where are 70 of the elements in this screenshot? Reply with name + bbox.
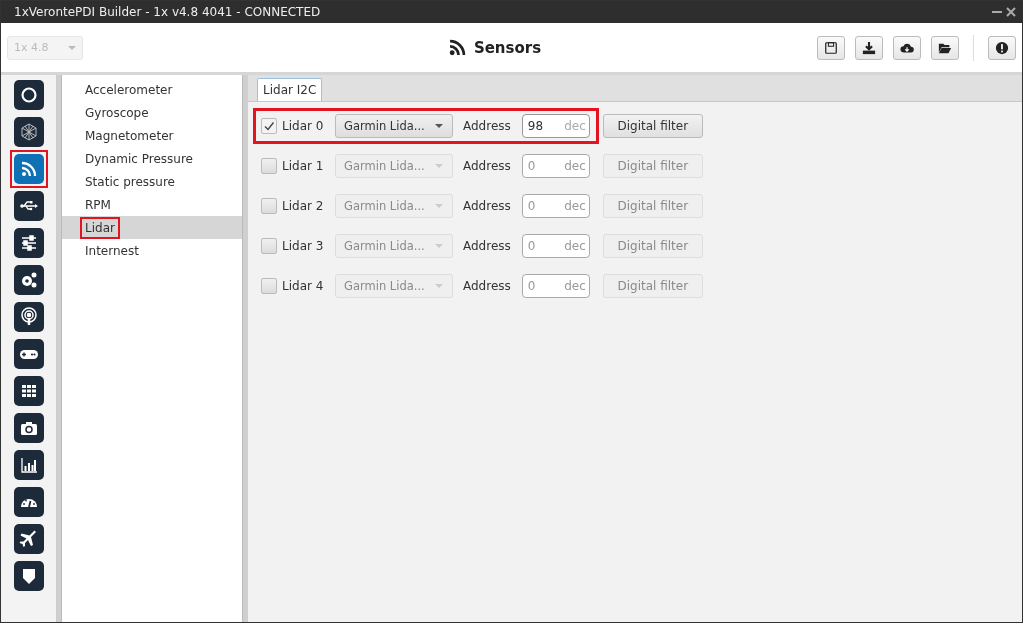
sliders-nav-button[interactable]: [13, 228, 44, 258]
usb-nav-button[interactable]: [13, 191, 44, 221]
rss-icon: [448, 39, 466, 56]
address-label: Address: [463, 119, 511, 133]
sensor-list-item[interactable]: Static pressure: [80, 170, 180, 193]
address-label: Address: [463, 279, 511, 293]
digital-filter-button[interactable]: Digital filter: [602, 194, 703, 218]
sensor-list-item[interactable]: Internest: [80, 239, 144, 262]
exclamation-icon: [995, 40, 1009, 55]
address-label: Address: [463, 239, 511, 253]
checkbox-label: Lidar 1: [282, 159, 325, 173]
address-field[interactable]: 0 dec: [521, 274, 590, 298]
address-field[interactable]: 0 dec: [521, 154, 590, 178]
address-field[interactable]: 0 dec: [521, 194, 590, 218]
shield-nav-button[interactable]: [13, 561, 44, 591]
digital-filter-button[interactable]: Digital filter: [602, 274, 703, 298]
digital-filter-button[interactable]: Digital filter: [602, 154, 703, 178]
tab[interactable]: Lidar I2C: [257, 78, 323, 101]
exclamation-button[interactable]: [988, 35, 1016, 60]
plane-icon: [18, 529, 39, 549]
checkbox[interactable]: [261, 198, 277, 214]
folder-button[interactable]: [931, 35, 959, 60]
save-button[interactable]: [817, 35, 845, 60]
checkbox-label: Lidar 0: [282, 119, 325, 133]
gears-nav-button[interactable]: [13, 265, 44, 295]
sensor-list-item[interactable]: Accelerometer: [80, 78, 178, 101]
grid-nav-button[interactable]: [13, 376, 44, 406]
podcast-nav-button[interactable]: [13, 302, 44, 332]
digital-filter-button[interactable]: Digital filter: [602, 234, 703, 258]
checkbox-label: Lidar 2: [282, 199, 325, 213]
hexagon-nav-button[interactable]: [13, 117, 44, 147]
model-dropdown[interactable]: Garmin Lida...: [335, 154, 453, 178]
sensor-list-item[interactable]: RPM: [80, 193, 116, 216]
download-button[interactable]: [855, 35, 883, 60]
checkbox[interactable]: [261, 278, 277, 294]
sensor-list-item[interactable]: Magnetometer: [80, 124, 179, 147]
digital-filter-button[interactable]: Digital filter: [602, 114, 703, 138]
plane-nav-button[interactable]: [13, 524, 44, 554]
gauge-nav-button[interactable]: [13, 487, 44, 517]
download-icon: [862, 40, 876, 55]
window-title: 1xVerontePDI Builder - 1x v4.8 4041 - CONNECTED: [14, 5, 322, 19]
model-dropdown[interactable]: Garmin Lida...: [335, 234, 453, 258]
gamepad-nav-button[interactable]: [13, 339, 44, 369]
podcast-icon: [18, 307, 39, 327]
rss-nav-button[interactable]: [13, 154, 44, 184]
hexagon-icon: [18, 122, 39, 142]
close-icon[interactable]: [1006, 7, 1016, 17]
checkbox[interactable]: [261, 238, 277, 254]
bar-chart-icon: [18, 455, 39, 475]
model-dropdown[interactable]: Garmin Lida...: [335, 194, 453, 218]
cloud-download-button[interactable]: [893, 35, 921, 60]
sensor-list-item[interactable]: Dynamic Pressure: [80, 147, 198, 170]
sensor-list-item[interactable]: Lidar: [80, 216, 120, 239]
address-field[interactable]: 0 dec: [521, 234, 590, 258]
address-label: Address: [463, 199, 511, 213]
model-dropdown[interactable]: Garmin Lida...: [335, 274, 453, 298]
page-title: Sensors: [473, 38, 542, 57]
sensor-list-item[interactable]: Gyroscope: [80, 101, 154, 124]
checkbox-label: Lidar 3: [282, 239, 325, 253]
address-field[interactable]: 98 dec: [521, 114, 590, 138]
bar-chart-nav-button[interactable]: [13, 450, 44, 480]
model-dropdown[interactable]: Garmin Lida...: [335, 114, 453, 138]
save-icon: [824, 40, 838, 55]
ring-nav-button[interactable]: [13, 80, 44, 110]
checkbox-label: Lidar 4: [282, 279, 325, 293]
camera-nav-button[interactable]: [13, 413, 44, 443]
checkbox[interactable]: [261, 158, 277, 174]
checkbox[interactable]: [261, 118, 277, 134]
address-label: Address: [463, 159, 511, 173]
ring-icon: [18, 85, 39, 105]
